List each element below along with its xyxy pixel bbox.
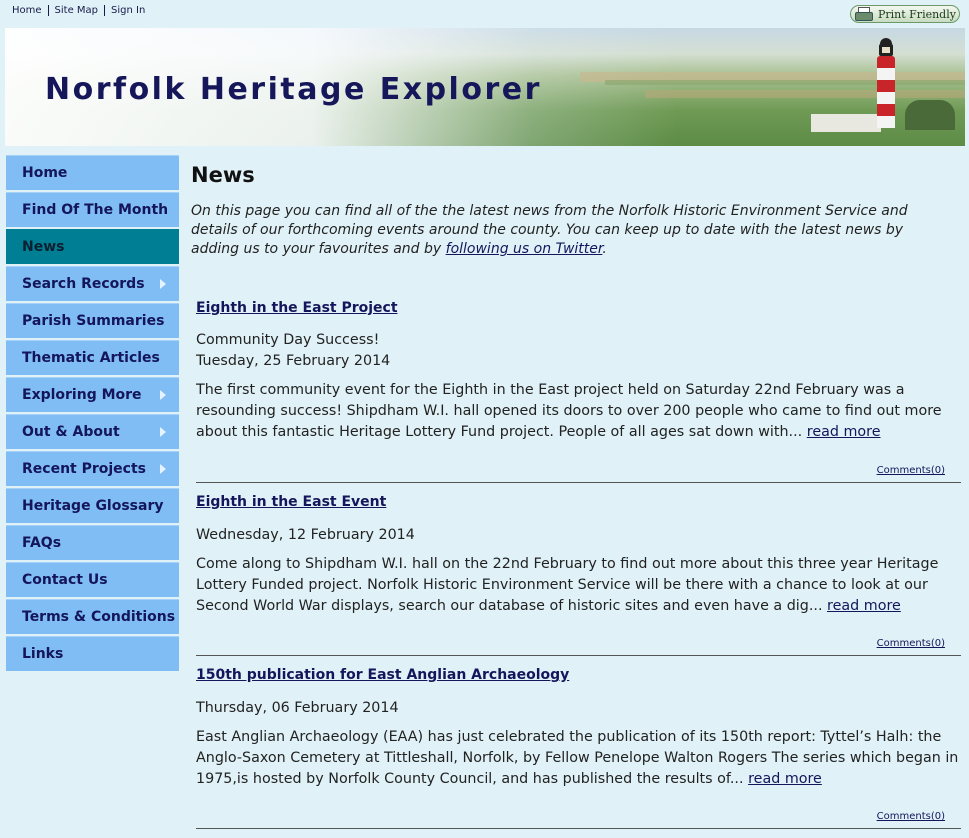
- sidebar-item-parish-summaries[interactable]: Parish Summaries: [6, 303, 179, 338]
- article-subtitle: Community Day Success!: [196, 332, 380, 348]
- sidebar-item-label: Parish Summaries: [22, 312, 165, 329]
- sidebar-item-label: Search Records: [22, 275, 145, 292]
- article-divider: [196, 482, 961, 483]
- printer-icon: [855, 7, 873, 21]
- main-content: News On this page you can find all of th…: [191, 160, 961, 259]
- article-summary: East Anglian Archaeology (EAA) has just …: [196, 727, 961, 790]
- sidebar-item-label: Terms & Conditions: [22, 608, 176, 625]
- submenu-arrow-icon: [160, 279, 166, 289]
- sidebar-item-contact-us[interactable]: Contact Us: [6, 562, 179, 597]
- article-date: Wednesday, 12 February 2014: [196, 527, 415, 543]
- top-link-sign-in[interactable]: Sign In: [105, 5, 151, 16]
- article-summary: Come along to Shipdham W.I. hall on the …: [196, 554, 961, 617]
- sidebar-item-label: Out & About: [22, 423, 120, 440]
- news-article: Eighth in the East Event Wednesday, 12 F…: [196, 492, 961, 656]
- intro-paragraph: On this page you can find all of the the…: [191, 202, 951, 259]
- article-title-link[interactable]: 150th publication for East Anglian Archa…: [196, 665, 961, 685]
- news-article: 150th publication for East Anglian Archa…: [196, 665, 961, 829]
- print-friendly-label: Print Friendly: [878, 7, 956, 21]
- trees-graphic: [905, 100, 955, 130]
- submenu-arrow-icon: [160, 464, 166, 474]
- sidebar-item-search-records[interactable]: Search Records: [6, 266, 179, 301]
- site-title: Norfolk Heritage Explorer: [45, 72, 542, 107]
- sidebar-item-label: News: [22, 238, 65, 255]
- article-summary: The first community event for the Eighth…: [196, 380, 961, 443]
- article-title-link[interactable]: Eighth in the East Project: [196, 298, 961, 318]
- sidebar-item-label: Thematic Articles: [22, 349, 160, 366]
- sidebar-item-label: FAQs: [22, 534, 62, 551]
- sidebar-item-home[interactable]: Home: [6, 155, 179, 190]
- sidebar-nav: Home Find Of The Month News Search Recor…: [6, 155, 179, 673]
- article-date: Tuesday, 25 February 2014: [196, 353, 391, 369]
- sidebar-item-links[interactable]: Links: [6, 636, 179, 671]
- submenu-arrow-icon: [160, 427, 166, 437]
- article-title-link[interactable]: Eighth in the East Event: [196, 492, 961, 512]
- sidebar-item-news[interactable]: News: [6, 229, 179, 264]
- read-more-link[interactable]: read more: [748, 771, 822, 787]
- sidebar-item-label: Links: [22, 645, 64, 662]
- sidebar-item-find-of-the-month[interactable]: Find Of The Month: [6, 192, 179, 227]
- twitter-link[interactable]: following us on Twitter: [446, 241, 603, 257]
- sidebar-item-heritage-glossary[interactable]: Heritage Glossary: [6, 488, 179, 523]
- top-link-home[interactable]: Home: [12, 5, 49, 16]
- comments-link[interactable]: Comments(0): [877, 465, 945, 476]
- sidebar-item-out-and-about[interactable]: Out & About: [6, 414, 179, 449]
- print-friendly-button[interactable]: Print Friendly: [850, 5, 960, 23]
- lighthouse-icon: [871, 38, 903, 132]
- header-banner: Norfolk Heritage Explorer: [5, 28, 965, 146]
- sidebar-item-label: Find Of The Month: [22, 201, 169, 218]
- comments-link[interactable]: Comments(0): [877, 811, 945, 822]
- sidebar-item-label: Home: [22, 164, 68, 181]
- page-title: News: [191, 163, 255, 187]
- sidebar-item-label: Contact Us: [22, 571, 108, 588]
- sidebar-item-label: Exploring More: [22, 386, 142, 403]
- sidebar-item-recent-projects[interactable]: Recent Projects: [6, 451, 179, 486]
- sidebar-item-terms-conditions[interactable]: Terms & Conditions: [6, 599, 179, 634]
- article-divider: [196, 828, 961, 829]
- read-more-link[interactable]: read more: [807, 424, 881, 440]
- article-divider: [196, 655, 961, 656]
- sidebar-item-label: Heritage Glossary: [22, 497, 164, 514]
- article-date: Thursday, 06 February 2014: [196, 700, 399, 716]
- top-link-site-map[interactable]: Site Map: [48, 5, 106, 16]
- sidebar-item-faqs[interactable]: FAQs: [6, 525, 179, 560]
- sidebar-item-thematic-articles[interactable]: Thematic Articles: [6, 340, 179, 375]
- news-article: Eighth in the East Project Community Day…: [196, 298, 961, 483]
- sidebar-item-exploring-more[interactable]: Exploring More: [6, 377, 179, 412]
- submenu-arrow-icon: [160, 390, 166, 400]
- sidebar-item-label: Recent Projects: [22, 460, 147, 477]
- read-more-link[interactable]: read more: [827, 598, 901, 614]
- top-navigation: Home Site Map Sign In: [12, 5, 151, 16]
- article-body: East Anglian Archaeology (EAA) has just …: [196, 729, 959, 787]
- intro-end: .: [602, 241, 607, 257]
- comments-link[interactable]: Comments(0): [877, 638, 945, 649]
